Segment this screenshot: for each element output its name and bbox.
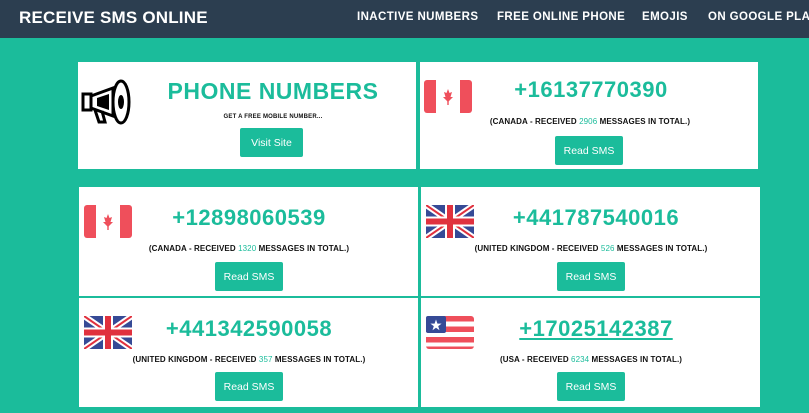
received-info: (CANADA - RECEIVED 2906 MESSAGES IN TOTA…	[489, 117, 691, 126]
phone-number[interactable]: +16137770390	[481, 77, 701, 103]
read-sms-button[interactable]: Read SMS	[557, 262, 625, 291]
uk-flag-icon	[84, 316, 132, 349]
read-sms-button[interactable]: Read SMS	[215, 262, 283, 291]
phone-number[interactable]: +12898060539	[139, 205, 359, 231]
megaphone-icon	[81, 79, 133, 127]
nav-link-emojis[interactable]: EMOJIS	[642, 11, 688, 23]
received-info: (UNITED KINGDOM - RECEIVED 357 MESSAGES …	[132, 355, 366, 364]
nav-link-free-online-phone[interactable]: FREE ONLINE PHONE	[497, 11, 625, 23]
message-count: 2906	[579, 117, 598, 126]
uk-flag-icon	[426, 205, 474, 238]
brand-logo-link[interactable]: RECEIVE SMS ONLINE	[19, 8, 208, 28]
received-info: (CANADA - RECEIVED 1320 MESSAGES IN TOTA…	[148, 244, 350, 253]
nav-link-inactive-numbers[interactable]: INACTIVE NUMBERS	[357, 11, 478, 23]
received-info: (UNITED KINGDOM - RECEIVED 526 MESSAGES …	[474, 244, 708, 253]
read-sms-button[interactable]: Read SMS	[555, 136, 623, 165]
phone-card-1: +16137770390 (CANADA - RECEIVED 2906 MES…	[420, 62, 758, 169]
read-sms-button[interactable]: Read SMS	[215, 372, 283, 401]
canada-flag-icon	[84, 205, 132, 238]
promo-subtitle: GET A FREE MOBILE NUMBER...	[223, 114, 323, 120]
phone-card-2: +12898060539 (CANADA - RECEIVED 1320 MES…	[79, 187, 418, 296]
message-count: 6234	[571, 355, 590, 364]
canada-flag-icon	[424, 80, 472, 113]
message-count: 1320	[238, 244, 257, 253]
message-count: 526	[600, 244, 615, 253]
phone-number[interactable]: +17025142387	[486, 316, 706, 342]
phone-card-3: +441787540016 (UNITED KINGDOM - RECEIVED…	[421, 187, 760, 296]
phone-card-5: +17025142387 (USA - RECEIVED 6234 MESSAG…	[421, 298, 760, 407]
usa-flag-icon	[426, 316, 474, 349]
message-count: 357	[258, 355, 273, 364]
phone-card-4: +441342590058 (UNITED KINGDOM - RECEIVED…	[79, 298, 418, 407]
received-info: (USA - RECEIVED 6234 MESSAGES IN TOTAL.)	[499, 355, 683, 364]
visit-site-button[interactable]: Visit Site	[240, 128, 303, 157]
phone-number[interactable]: +441787540016	[486, 205, 706, 231]
promo-card: PHONE NUMBERS GET A FREE MOBILE NUMBER..…	[78, 62, 416, 169]
promo-title: PHONE NUMBERS	[167, 78, 379, 104]
nav-link-google-play[interactable]: ON GOOGLE PLAY	[708, 11, 809, 23]
top-navbar: RECEIVE SMS ONLINE INACTIVE NUMBERS FREE…	[0, 0, 809, 38]
read-sms-button[interactable]: Read SMS	[557, 372, 625, 401]
phone-number[interactable]: +441342590058	[139, 316, 359, 342]
